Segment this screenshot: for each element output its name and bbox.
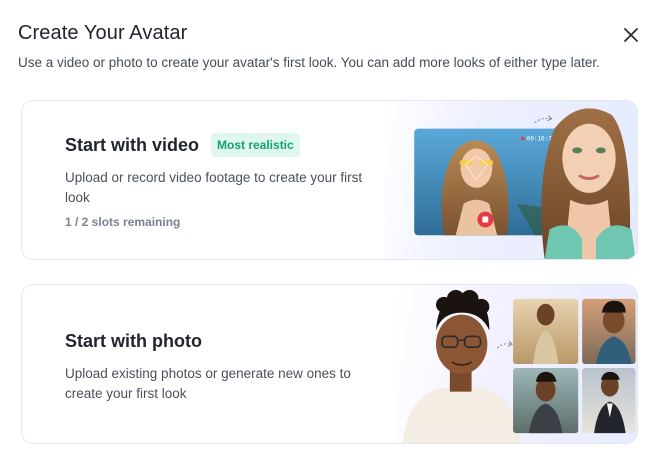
dashed-arrow-icon (534, 115, 553, 124)
start-with-photo-card[interactable]: Start with photo Upload existing photos … (21, 284, 638, 444)
photo-illustration (397, 285, 637, 443)
most-realistic-badge: Most realistic (211, 133, 300, 157)
video-illustration: 00:10:70 00 (385, 101, 637, 259)
photo-tile (582, 367, 636, 434)
photo-avatar-portrait (402, 289, 521, 443)
video-card-title: Start with video (65, 135, 200, 155)
avatar-portrait (541, 108, 636, 259)
dialog-subtitle: Use a video or photo to create your avat… (18, 55, 600, 70)
close-icon[interactable] (620, 24, 642, 46)
video-card-description: Upload or record video footage to create… (65, 170, 363, 205)
dashed-arrow-icon (496, 340, 513, 349)
photo-tile (582, 298, 636, 364)
slots-remaining: 1 / 2 slots remaining (65, 215, 181, 229)
dialog-title: Create Your Avatar (18, 22, 188, 44)
photo-card-title: Start with photo (65, 331, 202, 351)
create-avatar-dialog: Create Your Avatar Use a video or photo … (0, 0, 663, 467)
photo-card-description: Upload existing photos or generate new o… (65, 366, 351, 401)
photo-tile (513, 298, 579, 364)
record-icon[interactable] (477, 211, 494, 228)
photo-tile (513, 367, 579, 434)
start-with-video-card[interactable]: Start with video Most realistic Upload o… (21, 100, 638, 260)
